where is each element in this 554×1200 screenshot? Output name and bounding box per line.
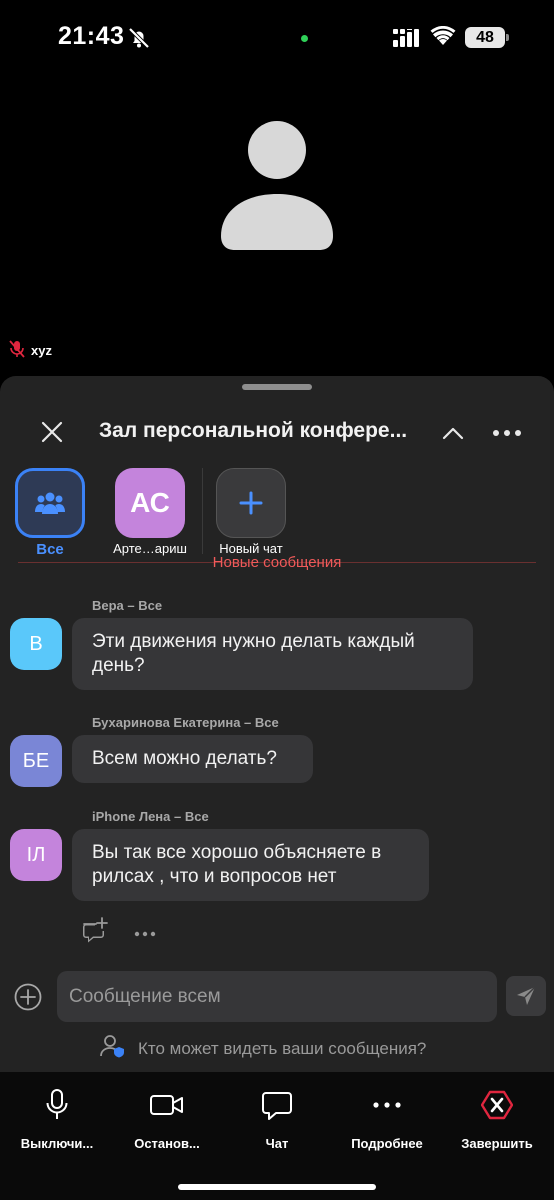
recipient-all-tile[interactable] bbox=[15, 468, 85, 538]
chat-header: Зал персональной конфере... bbox=[0, 410, 554, 454]
end-meeting-icon bbox=[481, 1090, 513, 1120]
sender-avatar[interactable]: ІЛ bbox=[10, 829, 62, 881]
status-time: 21:43 bbox=[58, 22, 125, 50]
comment-add-icon bbox=[83, 917, 108, 943]
plus-circle-icon bbox=[14, 983, 42, 1011]
chat-bubble-icon bbox=[262, 1092, 292, 1120]
participant-avatar-placeholder bbox=[221, 120, 333, 257]
message-text: рилсах , что и вопросов нет bbox=[92, 866, 337, 887]
add-reaction-button[interactable] bbox=[80, 916, 110, 949]
message-input[interactable] bbox=[57, 971, 497, 1022]
recipient-selector: Все АС Арте…ариш Новый чат bbox=[0, 468, 554, 558]
wifi-icon bbox=[430, 25, 456, 51]
end-meeting-label: Завершить bbox=[461, 1136, 533, 1151]
message-sender: Вера – Все bbox=[92, 598, 163, 613]
more-label: Подробнее bbox=[351, 1136, 423, 1151]
chevron-up-icon bbox=[442, 427, 464, 440]
close-button[interactable] bbox=[36, 416, 68, 448]
message-composer bbox=[0, 970, 554, 1026]
message-more-button[interactable] bbox=[134, 924, 156, 942]
participant-name-tag: xyz bbox=[9, 340, 52, 361]
message-actions bbox=[80, 916, 156, 949]
participant-name: xyz bbox=[31, 343, 52, 358]
chat-title: Зал персональной конфере... bbox=[99, 419, 408, 442]
visibility-question: Кто может видеть ваши сообщения? bbox=[138, 1038, 427, 1058]
send-button[interactable] bbox=[506, 976, 546, 1016]
microphone-icon bbox=[46, 1089, 68, 1119]
more-options-button[interactable] bbox=[490, 418, 524, 448]
ellipsis-icon bbox=[373, 1102, 401, 1108]
message-bubble[interactable]: Эти движения нужно делать каждый день? bbox=[72, 618, 473, 690]
chat-button[interactable]: Чат bbox=[227, 1088, 327, 1151]
message-bubble[interactable]: Вы так все хорошо объясняете в рилсах , … bbox=[72, 829, 429, 901]
sender-avatar[interactable]: В bbox=[10, 618, 62, 670]
sender-avatar[interactable]: БЕ bbox=[10, 735, 62, 787]
stop-video-button[interactable]: Останов... bbox=[117, 1088, 217, 1151]
mute-label: Выключи... bbox=[20, 1136, 94, 1151]
end-meeting-button[interactable]: Завершить bbox=[447, 1088, 547, 1151]
person-shield-icon bbox=[100, 1034, 126, 1063]
group-icon bbox=[35, 492, 65, 514]
message-visibility-link[interactable]: Кто может видеть ваши сообщения? bbox=[100, 1034, 426, 1063]
cellular-signal-icon bbox=[393, 29, 421, 52]
bell-off-icon bbox=[127, 26, 151, 55]
battery-indicator: 48 bbox=[465, 27, 509, 48]
new-chat[interactable]: Новый чат bbox=[201, 468, 301, 556]
mute-button[interactable]: Выключи... bbox=[7, 1088, 107, 1151]
new-chat-tile[interactable] bbox=[216, 468, 286, 538]
recipient-all[interactable]: Все bbox=[0, 468, 100, 558]
send-icon bbox=[517, 986, 536, 1005]
message-text: Вы так все хорошо объясняете в bbox=[92, 842, 382, 863]
sheet-grabber[interactable] bbox=[242, 384, 312, 390]
message-bubble[interactable]: Всем можно делать? bbox=[72, 735, 313, 783]
ellipsis-icon bbox=[134, 931, 156, 936]
plus-icon bbox=[239, 491, 263, 515]
message-sender: iPhone Лена – Все bbox=[92, 809, 209, 824]
camera-in-use-indicator bbox=[301, 35, 308, 42]
status-bar: 21:43 48 bbox=[0, 0, 554, 76]
message-text: Эти движения нужно делать каждый bbox=[92, 631, 415, 652]
more-button[interactable]: Подробнее bbox=[337, 1088, 437, 1151]
recipient-as[interactable]: АС Арте…ариш bbox=[100, 468, 200, 556]
ellipsis-icon bbox=[493, 430, 521, 436]
chat-label: Чат bbox=[265, 1136, 289, 1151]
attach-button[interactable] bbox=[14, 983, 42, 1011]
mic-muted-icon bbox=[9, 340, 25, 361]
meeting-toolbar: Выключи... Останов... Чат Подробнее Заве… bbox=[0, 1072, 554, 1200]
close-icon bbox=[41, 421, 63, 443]
recipient-as-avatar[interactable]: АС bbox=[115, 468, 185, 538]
collapse-button[interactable] bbox=[438, 418, 468, 448]
stop-video-label: Останов... bbox=[134, 1136, 200, 1151]
new-messages-label: Новые сообщения bbox=[212, 554, 342, 571]
home-indicator[interactable] bbox=[178, 1184, 376, 1190]
message-sender: Бухаринова Екатерина – Все bbox=[92, 715, 279, 730]
message-text: Всем можно делать? bbox=[92, 748, 277, 769]
video-camera-icon bbox=[150, 1095, 183, 1115]
message-text: день? bbox=[92, 655, 145, 676]
